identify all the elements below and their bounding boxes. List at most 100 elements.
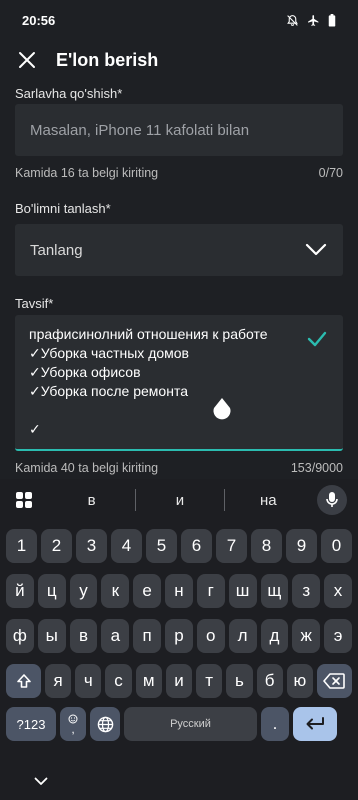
comma-label: , [71, 722, 75, 736]
key[interactable]: 4 [111, 529, 142, 563]
key[interactable]: с [105, 664, 132, 698]
title-input[interactable]: Masalan, iPhone 11 kafolati bilan [15, 104, 343, 156]
globe-icon [97, 716, 113, 732]
key[interactable]: 3 [76, 529, 107, 563]
key-row-2: ф ы в а п р о л д ж э [6, 619, 352, 653]
key-row-3: я ч с м и т ь б ю [6, 664, 352, 698]
category-value: Tanlang [30, 241, 83, 259]
emoji-key[interactable]: , [60, 707, 86, 741]
apps-grid-icon [16, 492, 32, 508]
title-placeholder: Masalan, iPhone 11 kafolati bilan [30, 121, 250, 139]
key-row-numbers: 1 2 3 4 5 6 7 8 9 0 [6, 529, 352, 563]
key[interactable]: 0 [321, 529, 352, 563]
keyboard: в и на 1 2 3 4 5 6 7 8 9 0 й ц у к е н г… [0, 479, 358, 800]
description-label: Tavsif* [15, 296, 54, 311]
description-textarea[interactable]: прафисинолний отношения к работе ✓Уборка… [15, 315, 343, 451]
key[interactable]: р [165, 619, 193, 653]
mic-background [316, 485, 347, 515]
key[interactable]: 5 [146, 529, 177, 563]
voice-input-button[interactable] [312, 480, 352, 520]
key[interactable]: з [292, 574, 321, 608]
language-key[interactable] [90, 707, 120, 741]
navigation-bar [0, 762, 358, 800]
keyboard-menu-button[interactable] [0, 479, 48, 521]
key[interactable]: в [69, 619, 98, 653]
key[interactable]: я [45, 664, 72, 698]
key[interactable]: г [196, 574, 225, 608]
suggestion[interactable]: и [136, 492, 223, 509]
key[interactable]: а [101, 619, 130, 653]
suggestion[interactable]: в [48, 492, 135, 509]
key[interactable]: к [101, 574, 130, 608]
page-title: E'lon berish [56, 49, 159, 70]
key[interactable]: т [196, 664, 223, 698]
space-key[interactable]: Русский [124, 707, 257, 741]
key[interactable]: 2 [41, 529, 72, 563]
key[interactable]: о [196, 619, 225, 653]
description-counter: 153/9000 [290, 461, 343, 475]
key[interactable]: ф [6, 619, 34, 653]
key[interactable]: 8 [251, 529, 282, 563]
description-line: ✓Уборка офисов [29, 364, 141, 380]
backspace-key[interactable] [316, 664, 352, 698]
key[interactable]: д [260, 619, 289, 653]
period-key[interactable]: . [261, 707, 289, 741]
key[interactable]: э [324, 619, 352, 653]
key-row-bottom: ?123 , Русский . [6, 707, 352, 741]
close-button[interactable] [0, 40, 54, 80]
status-icons [286, 13, 336, 27]
enter-key[interactable] [293, 707, 337, 741]
symbols-key[interactable]: ?123 [6, 707, 56, 741]
description-line: ✓ [29, 421, 41, 437]
key[interactable]: ш [228, 574, 257, 608]
key[interactable]: ц [37, 574, 66, 608]
category-label: Bo'limni tanlash* [15, 201, 111, 216]
category-select[interactable]: Tanlang [15, 224, 343, 276]
suggestion-strip: в и на [0, 479, 358, 521]
key[interactable]: у [69, 574, 98, 608]
text-cursor-handle[interactable] [211, 397, 233, 421]
description-line: ✓Уборка после ремонта [29, 383, 188, 399]
key[interactable]: ч [75, 664, 102, 698]
title-label: Sarlavha qo'shish* [15, 86, 123, 101]
key[interactable]: й [6, 574, 34, 608]
key[interactable]: л [228, 619, 257, 653]
status-time: 20:56 [22, 12, 56, 28]
key[interactable]: 6 [181, 529, 212, 563]
key[interactable]: и [165, 664, 193, 698]
key[interactable]: е [133, 574, 162, 608]
description-helper: Kamida 40 ta belgi kiriting [15, 461, 159, 475]
backspace-icon [323, 673, 346, 689]
description-line: прафисинолний отношения к работе [29, 326, 268, 342]
key[interactable]: 1 [6, 529, 37, 563]
description-line: ✓Уборка частных домов [29, 345, 189, 361]
key[interactable]: х [324, 574, 352, 608]
key[interactable]: ь [226, 664, 253, 698]
key[interactable]: 7 [216, 529, 247, 563]
key[interactable]: н [165, 574, 193, 608]
key[interactable]: ы [37, 619, 66, 653]
airplane-icon [307, 14, 320, 27]
key[interactable]: 9 [286, 529, 317, 563]
key[interactable]: б [256, 664, 283, 698]
description-line [29, 401, 329, 420]
mic-icon [326, 492, 338, 507]
title-counter: 0/70 [318, 166, 343, 180]
key[interactable]: м [135, 664, 162, 698]
close-icon [19, 52, 35, 68]
suggestion[interactable]: на [225, 492, 312, 509]
shift-key[interactable] [6, 664, 41, 698]
valid-check-icon [307, 331, 327, 347]
key[interactable]: ж [292, 619, 321, 653]
title-helper: Kamida 16 ta belgi kiriting [15, 166, 159, 180]
status-bar: 20:56 [0, 0, 358, 40]
chevron-down-icon [305, 243, 327, 256]
mute-icon [286, 14, 299, 27]
app-bar: E'lon berish [0, 40, 358, 80]
key[interactable]: п [133, 619, 162, 653]
key[interactable]: щ [260, 574, 289, 608]
key[interactable]: ю [286, 664, 313, 698]
chevron-down-icon[interactable] [34, 777, 48, 786]
shift-icon [16, 674, 31, 688]
key-row-1: й ц у к е н г ш щ з х [6, 574, 352, 608]
